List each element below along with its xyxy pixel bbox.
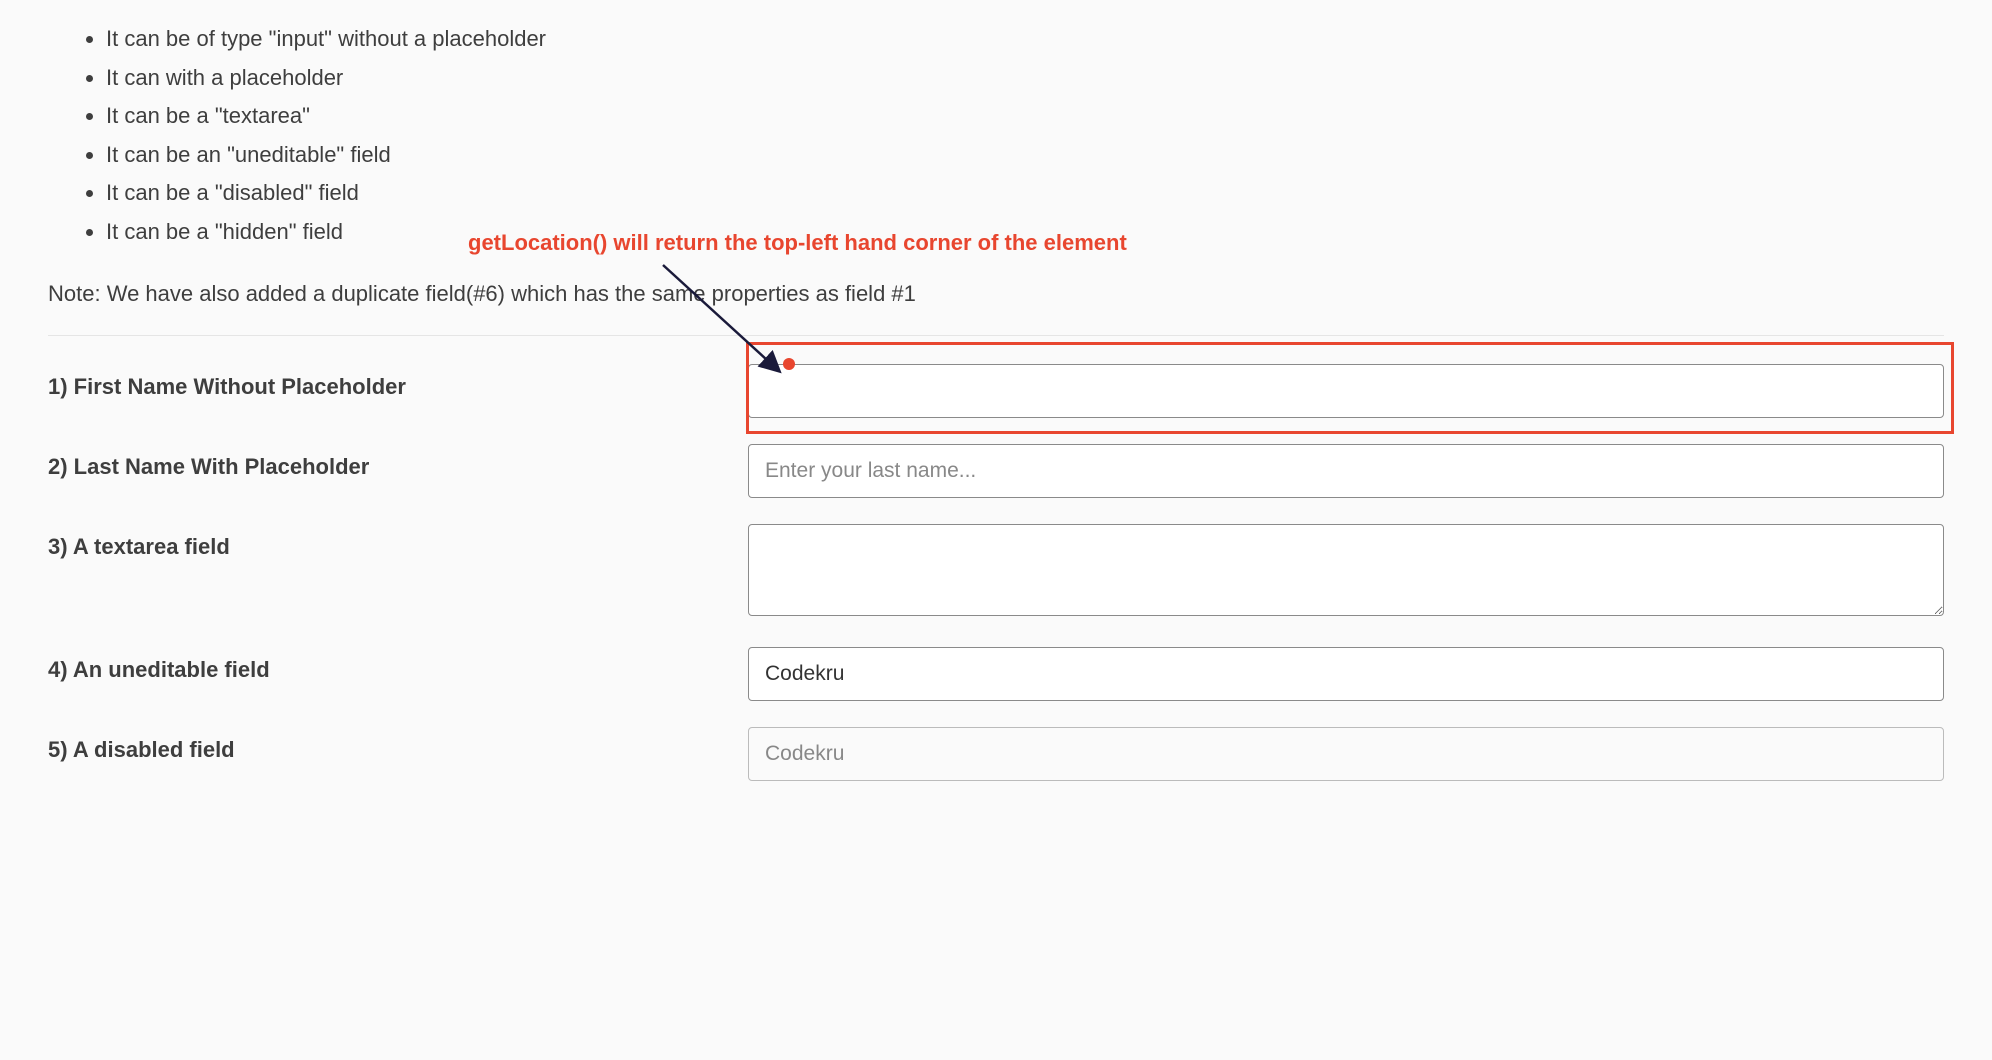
bullet-item: It can be a "textarea" xyxy=(106,97,1944,136)
form-row-2: 2) Last Name With Placeholder xyxy=(48,444,1944,498)
annotation-text: getLocation() will return the top-left h… xyxy=(468,230,1127,256)
uneditable-field[interactable] xyxy=(748,647,1944,701)
field-label-2: 2) Last Name With Placeholder xyxy=(48,444,748,480)
bullet-item: It can with a placeholder xyxy=(106,59,1944,98)
form-row-5: 5) A disabled field xyxy=(48,727,1944,781)
intro-list: It can be of type "input" without a plac… xyxy=(106,20,1944,251)
last-name-input[interactable] xyxy=(748,444,1944,498)
divider xyxy=(48,335,1944,336)
bullet-item: It can be an "uneditable" field xyxy=(106,136,1944,175)
field-label-1: 1) First Name Without Placeholder xyxy=(48,364,748,400)
textarea-field[interactable] xyxy=(748,524,1944,616)
disabled-field xyxy=(748,727,1944,781)
form-row-4: 4) An uneditable field xyxy=(48,647,1944,701)
bullet-item: It can be a "disabled" field xyxy=(106,174,1944,213)
form-row-3: 3) A textarea field xyxy=(48,524,1944,621)
field-label-5: 5) A disabled field xyxy=(48,727,748,763)
location-dot-icon xyxy=(783,358,795,370)
field-label-4: 4) An uneditable field xyxy=(48,647,748,683)
bullet-item: It can be of type "input" without a plac… xyxy=(106,20,1944,59)
first-name-input[interactable] xyxy=(748,364,1944,418)
field-label-3: 3) A textarea field xyxy=(48,524,748,560)
note-text: Note: We have also added a duplicate fie… xyxy=(48,281,1944,307)
form-row-1: 1) First Name Without Placeholder xyxy=(48,364,1944,418)
